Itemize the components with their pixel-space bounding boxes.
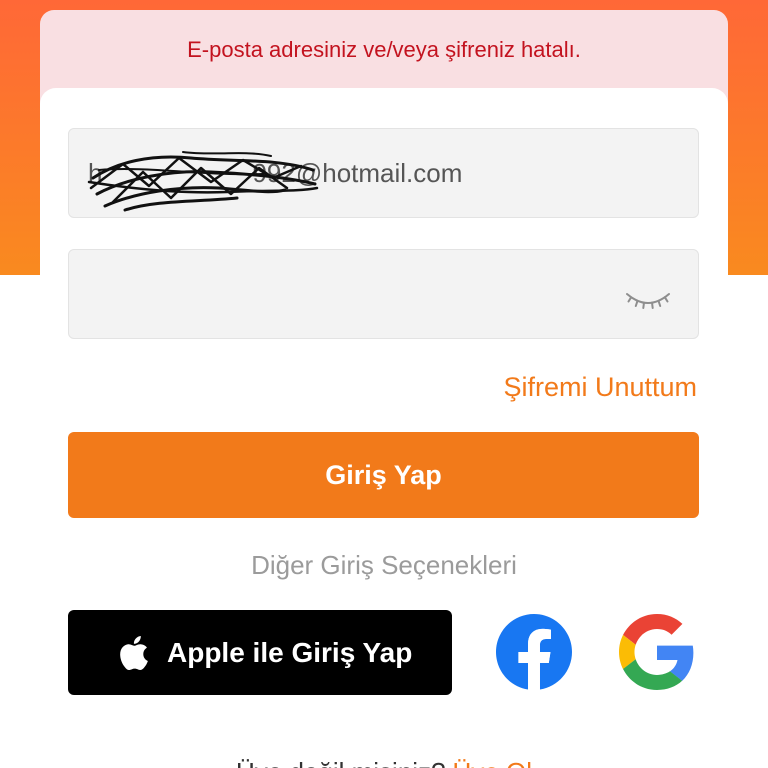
password-field[interactable] [68, 249, 699, 339]
error-message: E-posta adresiniz ve/veya şifreniz hatal… [187, 37, 581, 62]
apple-login-label: Apple ile Giriş Yap [167, 636, 413, 668]
login-button[interactable]: Giriş Yap [68, 432, 699, 518]
apple-icon [120, 635, 148, 670]
google-icon[interactable] [619, 614, 695, 690]
forgot-password-link[interactable]: Şifremi Unuttum [503, 371, 697, 403]
facebook-login-button[interactable] [496, 614, 572, 690]
google-login-button[interactable] [619, 614, 695, 690]
login-card: h 992@hotmail.com Şifremi Unuttum Giriş … [40, 88, 728, 768]
other-login-options-label: Diğer Giriş Seçenekleri [251, 550, 517, 580]
eye-closed-icon[interactable] [624, 290, 672, 314]
signup-prompt: Üye değil misiniz? [236, 757, 446, 768]
signup-row: Üye değil misiniz? Üye Ol [40, 757, 728, 768]
facebook-icon[interactable] [496, 614, 572, 690]
redaction-scribble [87, 151, 319, 212]
apple-login-button[interactable]: Apple ile Giriş Yap [68, 610, 452, 695]
signup-link[interactable]: Üye Ol [453, 757, 532, 768]
email-field[interactable]: h 992@hotmail.com [68, 128, 699, 218]
